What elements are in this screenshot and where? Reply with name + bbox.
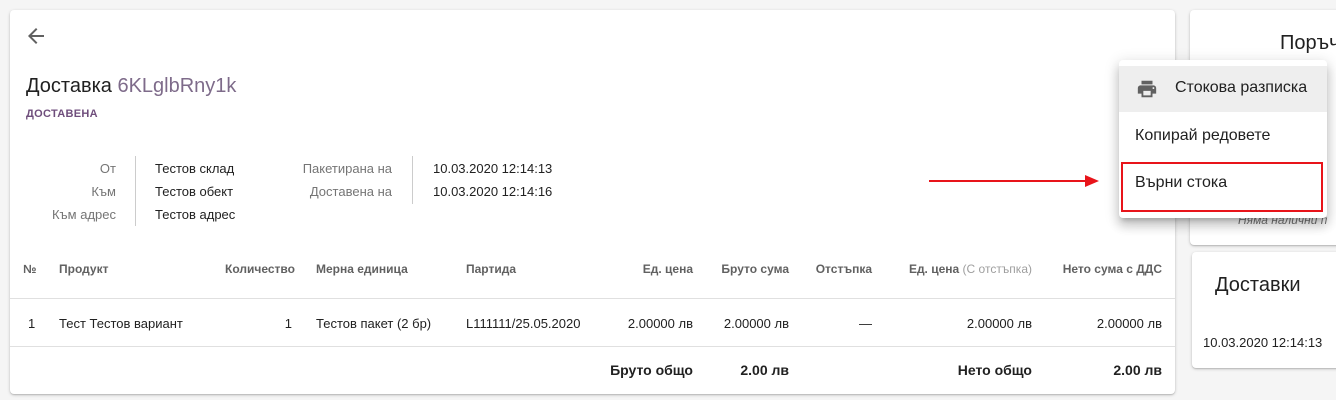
delivery-card: Доставка 6KLglbRny1k ДОСТАВЕНА От Тестов…: [10, 10, 1175, 394]
back-arrow-icon[interactable]: [24, 24, 48, 48]
col-header-unit-price-discount-main: Ед. цена: [908, 262, 960, 276]
cell-no: 1: [28, 316, 36, 331]
gross-total-value: 2.00 лв: [740, 362, 789, 378]
cell-qty: 1: [284, 316, 292, 331]
menu-item-print-label: Стокова разписка: [1175, 79, 1308, 96]
table-divider-2: [10, 346, 1175, 347]
info-divider-2: [412, 156, 413, 204]
cell-batch: L111111/25.05.2020: [466, 316, 581, 331]
col-header-unit: Мерна единица: [316, 262, 408, 276]
annotation-arrow-line: [929, 180, 1089, 182]
delivery-code: 6KLglbRny1k: [117, 75, 237, 97]
annotation-arrow-head: [1085, 175, 1099, 187]
from-value: Тестов склад: [155, 161, 235, 176]
printer-icon: [1137, 80, 1157, 98]
col-header-qty: Количество: [225, 262, 295, 276]
packed-value: 10.03.2020 12:14:13: [433, 161, 553, 176]
delivered-label: Доставена на: [309, 184, 392, 199]
net-total-label: Нето общо: [957, 362, 1032, 378]
to-label: Към: [91, 184, 116, 199]
menu-item-copy-label: Копирай редовете: [1135, 127, 1271, 144]
col-header-product: Продукт: [59, 262, 109, 276]
delivery-date[interactable]: 10.03.2020 12:14:13: [1203, 335, 1322, 350]
cell-product: Тест Тестов вариант: [59, 316, 183, 331]
col-header-batch: Партида: [466, 262, 517, 276]
orders-title: Поръч: [1280, 32, 1336, 54]
gross-total-label: Бруто общо: [610, 362, 693, 378]
col-header-net-vat: Нето сума с ДДС: [1062, 262, 1162, 276]
from-label: От: [99, 161, 116, 176]
to-value: Тестов обект: [155, 184, 234, 199]
menu-item-print-receipt[interactable]: Стокова разписка: [1119, 66, 1327, 112]
net-total-value: 2.00 лв: [1113, 362, 1162, 378]
cell-gross: 2.00000 лв: [723, 316, 789, 331]
col-header-unit-price: Ед. цена: [642, 262, 693, 276]
col-header-discount: Отстъпка: [815, 262, 872, 276]
status-badge: ДОСТАВЕНА: [26, 108, 98, 120]
cell-unit: Тестов пакет (2 бр): [316, 316, 432, 331]
address-label: Към адрес: [51, 207, 116, 222]
deliveries-card: Доставки 10.03.2020 12:14:13: [1192, 252, 1336, 368]
menu-item-copy-rows[interactable]: Копирай редовете: [1119, 114, 1327, 160]
annotation-highlight-box: [1121, 162, 1323, 212]
deliveries-title: Доставки: [1215, 274, 1301, 296]
col-header-no: №: [23, 262, 37, 276]
cell-unit-price-discount: 2.00000 лв: [966, 316, 1032, 331]
info-divider: [135, 156, 136, 226]
col-header-unit-price-discount: Ед. цена (С отстъпка): [909, 262, 1032, 276]
delivered-value: 10.03.2020 12:14:16: [433, 184, 553, 199]
cell-discount: —: [859, 316, 872, 331]
packed-label: Пакетирана на: [302, 161, 392, 176]
page-title: Доставка 6KLglbRny1k: [26, 75, 236, 98]
title-prefix: Доставка: [26, 75, 112, 97]
table-divider: [10, 298, 1175, 299]
cell-unit-price: 2.00000 лв: [627, 316, 693, 331]
col-header-unit-price-discount-sub: (С отстъпка): [962, 262, 1032, 276]
col-header-gross: Бруто сума: [721, 262, 789, 276]
cell-net-vat: 2.00000 лв: [1096, 316, 1162, 331]
address-value: Тестов адрес: [155, 207, 236, 222]
